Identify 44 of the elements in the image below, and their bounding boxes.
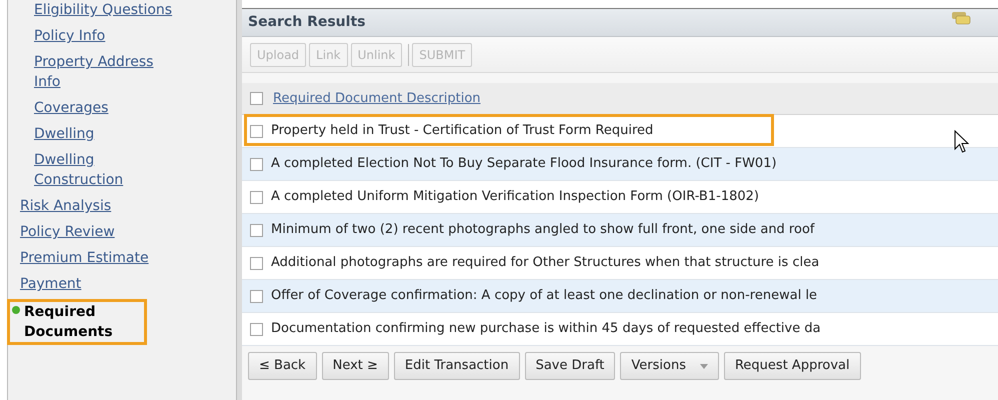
checkbox[interactable]: [250, 124, 263, 138]
sidebar-link[interactable]: Payment: [20, 274, 150, 294]
folders-icon: [950, 10, 972, 24]
sidebar-link[interactable]: Premium Estimate: [20, 248, 150, 268]
table-row[interactable]: Property held in Trust - Certification of Trust Form Required: [242, 115, 998, 148]
sidebar-link[interactable]: Risk Analysis: [20, 196, 150, 216]
action-button[interactable]: ≤ Back: [248, 352, 317, 380]
table-row[interactable]: Offer of Coverage confirmation: A copy of at least one declination or non-renewal le: [242, 280, 998, 313]
sidebar-link[interactable]: Required Documents: [10, 302, 144, 342]
action-button[interactable]: Edit Transaction: [394, 352, 520, 380]
action-button[interactable]: Request Approval: [724, 352, 861, 380]
table-cell-text: Additional photographs are required for Other Structures when that structure is clea: [271, 254, 820, 272]
table-cell-text: Documentation confirming new purchase is within 45 days of requested effective da: [271, 320, 821, 338]
table-cell-text: A completed Election Not To Buy Separate Flood Insurance form. (CIT - FW01): [271, 155, 777, 174]
table-row[interactable]: Minimum of two (2) recent photographs angled to show full front, one side and roof: [242, 214, 998, 247]
table-cell-text: Offer of Coverage confirmation: A copy of at least one declination or non-renewal le: [271, 287, 818, 306]
table-cell-text: Minimum of two (2) recent photographs angled to show full front, one side and roof: [271, 221, 814, 240]
action-button[interactable]: Next ≥: [322, 352, 389, 380]
sidebar-link[interactable]: Property Address Info: [34, 52, 174, 92]
table-row[interactable]: A completed Uniform Mitigation Verification Inspection Form (OIR-B1-1802): [242, 181, 998, 214]
checkbox[interactable]: [250, 190, 263, 204]
sidebar-link[interactable]: Policy Info: [34, 26, 174, 46]
checkbox[interactable]: [250, 322, 263, 336]
checkbox[interactable]: [250, 290, 263, 302]
sidebar-link[interactable]: Dwelling: [34, 124, 174, 144]
checkbox[interactable]: [250, 92, 263, 105]
sidebar-link[interactable]: Policy Review: [20, 222, 150, 242]
sidebar-link[interactable]: Eligibility Questions: [34, 0, 174, 20]
dropdown-button[interactable]: Versions: [620, 352, 719, 380]
mouse-cursor-icon: [954, 130, 970, 154]
panel-title: Search Results: [248, 13, 366, 32]
sidebar-link[interactable]: Coverages: [34, 98, 174, 118]
table-row[interactable]: Additional photographs are required for Other Structures when that structure is clea: [242, 247, 998, 280]
caret-icon: [700, 364, 708, 368]
column-header[interactable]: Required Document Description: [273, 88, 481, 108]
table-row[interactable]: Documentation confirming new purchase is within 45 days of requested effective da: [242, 313, 998, 346]
checkbox[interactable]: [250, 256, 263, 270]
table-cell-text: Property held in Trust - Certification of Trust Form Required: [271, 122, 654, 140]
table-row[interactable]: A completed Election Not To Buy Separate Flood Insurance form. (CIT - FW01): [242, 148, 998, 181]
sidebar-link[interactable]: Dwelling Construction: [34, 150, 174, 190]
checkbox[interactable]: [250, 224, 263, 236]
action-button[interactable]: Save Draft: [524, 352, 616, 380]
table-cell-text: A completed Uniform Mitigation Verification Inspection Form (OIR-B1-1802): [271, 188, 759, 206]
checkbox[interactable]: [250, 158, 263, 170]
